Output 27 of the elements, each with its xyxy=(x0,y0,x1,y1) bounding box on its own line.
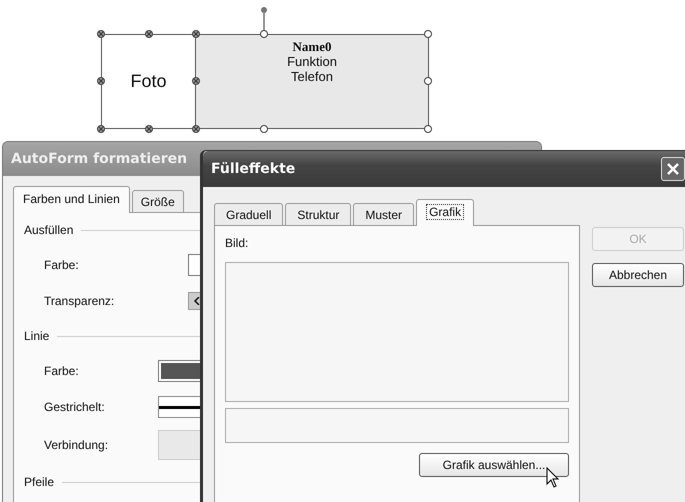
field-label: Verbindung: xyxy=(44,438,110,452)
group-heading: Ausfüllen xyxy=(24,223,74,237)
tab[interactable]: Farben und Linien xyxy=(13,186,130,213)
close-icon xyxy=(667,163,679,175)
tab[interactable]: Grafik xyxy=(416,199,474,226)
window-title: Fülleffekte xyxy=(211,161,296,177)
field-label: Transparenz: xyxy=(44,294,116,308)
tab[interactable]: Größe xyxy=(132,190,184,212)
shape-text: Telefon xyxy=(291,69,333,84)
group-heading: Linie xyxy=(24,329,50,343)
shape-text: Name0 xyxy=(292,39,332,54)
dialog-button[interactable]: Abbrechen xyxy=(592,263,684,287)
close-button[interactable] xyxy=(661,157,685,181)
field-label: Gestrichelt: xyxy=(44,400,106,414)
window-title: AutoForm formatieren xyxy=(11,151,188,167)
shape-text: Funktion xyxy=(287,54,337,69)
field-label: Farbe: xyxy=(44,258,80,272)
picture-label: Bild: xyxy=(225,236,250,250)
select-picture-button[interactable]: Grafik auswählen... xyxy=(419,453,569,477)
group-heading: Pfeile xyxy=(24,475,54,489)
mouse-pointer-icon xyxy=(546,467,560,489)
field-label: Farbe: xyxy=(44,364,80,378)
shape-text: Foto xyxy=(130,74,167,89)
tab[interactable]: Muster xyxy=(353,203,414,225)
tab[interactable]: Struktur xyxy=(285,203,352,225)
tab[interactable]: Graduell xyxy=(214,203,284,225)
selection-handles-drawing[interactable] xyxy=(96,6,434,135)
